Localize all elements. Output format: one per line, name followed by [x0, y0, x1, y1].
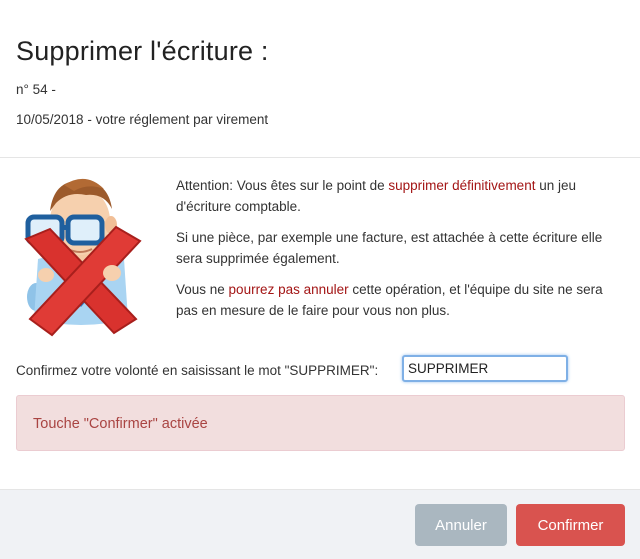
- confirmation-input[interactable]: [402, 355, 568, 382]
- confirmation-row: Confirmez votre volonté en saisissant le…: [16, 355, 626, 385]
- warning-paragraph-1: Attention: Vous êtes sur le point de sup…: [176, 178, 577, 214]
- alert-text: Touche "Confirmer" activée: [33, 416, 208, 432]
- cancel-button[interactable]: Annuler: [415, 504, 507, 546]
- warning-highlight-delete: supprimer définitivement: [388, 178, 536, 193]
- dialog-body: Attention: Vous êtes sur le point de sup…: [0, 159, 640, 489]
- warning-highlight-undo: pourrez pas annuler: [228, 282, 349, 297]
- confirm-button[interactable]: Confirmer: [516, 504, 625, 546]
- dialog-title: Supprimer l'écriture :: [16, 36, 269, 66]
- warning-text: Attention: Vous êtes sur le point de sup…: [176, 175, 626, 331]
- dialog-footer: Annuler Confirmer: [0, 489, 640, 559]
- warning-paragraph-3: Vous ne pourrez pas annuler cette opérat…: [176, 282, 603, 318]
- dialog-header: Supprimer l'écriture : n° 54 - 10/05/201…: [0, 0, 640, 158]
- warning-paragraph-2: Si une pièce, par exemple une facture, e…: [176, 230, 603, 266]
- entry-description: 10/05/2018 - votre réglement par viremen…: [16, 112, 269, 127]
- entry-number: n° 54 -: [16, 82, 56, 97]
- man-with-red-x-icon: [16, 169, 146, 339]
- confirmation-label: Confirmez votre volonté en saisissant le…: [16, 363, 379, 378]
- status-alert: Touche "Confirmer" activée: [16, 395, 625, 451]
